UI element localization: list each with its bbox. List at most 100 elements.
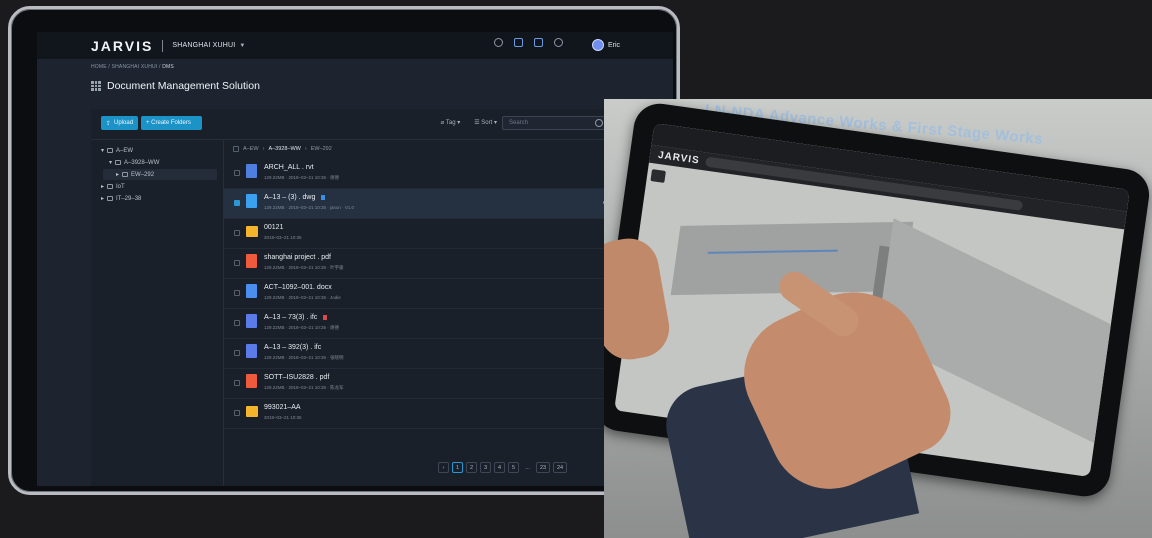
page-button[interactable]: 24 [553, 462, 567, 473]
row-checkbox[interactable] [234, 380, 240, 386]
breadcrumb-path[interactable]: HOME / SHANGHAI XUHUI / [91, 64, 162, 70]
page-button[interactable]: 1 [452, 462, 463, 473]
tree-item-it-29-38[interactable]: ▸ IT–29–38 [101, 195, 142, 203]
refresh-icon[interactable] [494, 38, 503, 47]
row-checkbox[interactable] [234, 410, 240, 416]
row-checkbox[interactable] [234, 290, 240, 296]
path-segment[interactable]: A–EW [243, 146, 259, 152]
ifc-file-icon [246, 344, 257, 358]
row-checkbox[interactable] [234, 170, 240, 176]
path-segment[interactable]: A–3928–WW [268, 146, 300, 152]
folder-icon [246, 406, 258, 417]
page-ellipsis: ... [525, 464, 530, 471]
folder-icon [115, 160, 122, 165]
dms-app-window: JARVIS SHANGHAI XUHUI ▼ Eric HOME / SHAN… [37, 32, 673, 486]
file-meta: 2018–03–21 10:35 [264, 415, 302, 420]
tree-item-label: A–3928–WW [124, 159, 160, 166]
file-meta: 129.22MB · 2018–03–21 10:35 · 陈龙军 [264, 385, 344, 390]
tablet-menu-icon[interactable] [650, 169, 666, 183]
pdf-file-icon [246, 254, 257, 268]
file-meta: 2018–03–21 10:35 [264, 235, 302, 240]
row-checkbox[interactable] [234, 350, 240, 356]
tree-item-label: IT–29–38 [116, 195, 142, 202]
page-button[interactable]: 23 [536, 462, 550, 473]
divider [162, 39, 164, 52]
file-meta: 129.22MB · 2018–03–21 10:35 · 叶宇骏 [264, 265, 344, 270]
sort-dropdown[interactable]: ☰ Sort ▾ [474, 119, 497, 126]
file-name-text: A–13 – 73(3) . ifc [264, 314, 318, 321]
upload-label: Upload [114, 120, 134, 126]
create-folders-button[interactable]: + Create Folders [141, 116, 202, 130]
laptop-frame: JARVIS SHANGHAI XUHUI ▼ Eric HOME / SHAN… [8, 6, 680, 495]
user-name[interactable]: Eric [608, 42, 620, 49]
docx-file-icon [246, 284, 257, 298]
folder-icon [107, 148, 114, 153]
file-name[interactable]: A–13 – 392(3) . ifc [264, 344, 321, 351]
tag-label: Tag [445, 120, 456, 126]
file-name[interactable]: 00121 [264, 224, 283, 231]
tag-icon: ⌀ [440, 120, 445, 126]
settings-icon[interactable] [554, 38, 563, 47]
monitor-icon[interactable] [514, 38, 523, 47]
chevron-down-icon[interactable]: ▼ [239, 43, 245, 49]
row-checkbox[interactable] [234, 260, 240, 266]
folder-path: A–EW › A–3928–WW › EW–292 [233, 146, 332, 152]
file-meta: 129.22MB · 2018–03–21 10:35 · 谢德 [264, 175, 340, 180]
site-selector[interactable]: SHANGHAI XUHUI [172, 42, 235, 49]
folder-tree: ▾ A–EW ▾ A–3928–WW ▸ EW–292 ▸ IoT ▸ IT–2… [91, 139, 224, 486]
folder-icon [246, 226, 258, 237]
page-button[interactable]: 5 [508, 462, 519, 473]
page-title: Document Management Solution [107, 80, 260, 92]
path-segment[interactable]: EW–292 [311, 146, 332, 152]
row-checkbox[interactable] [234, 200, 240, 206]
row-checkbox[interactable] [234, 320, 240, 326]
file-meta: 129.22MB · 2018–03–21 10:35 · 谢德 [264, 325, 340, 330]
upload-button[interactable]: ⇪ Upload [101, 116, 138, 130]
folder-icon [107, 196, 114, 201]
page-button[interactable]: 3 [480, 462, 491, 473]
tag-filter[interactable]: ⌀ Tag ▾ [441, 119, 461, 126]
app-logo[interactable]: JARVIS [91, 38, 153, 54]
tree-item-ew-292[interactable]: ▸ EW–292 [103, 169, 217, 180]
tree-item-a-ew[interactable]: ▾ A–EW [101, 147, 133, 155]
file-name[interactable]: SOTT–ISU2828 . pdf [264, 374, 329, 381]
page-button[interactable]: 4 [494, 462, 505, 473]
filter-tools: ⌀ Tag ▾ ☰ Sort ▾ [441, 119, 497, 126]
top-icon-group [494, 38, 563, 47]
prev-page-button[interactable]: ‹ [438, 462, 449, 473]
ifc-file-icon [246, 314, 257, 328]
top-navigation-bar: JARVIS SHANGHAI XUHUI ▼ [37, 32, 673, 59]
file-name[interactable]: 993021–AA [264, 404, 301, 411]
notification-icon[interactable] [534, 38, 543, 47]
sort-label: Sort [481, 120, 493, 126]
row-checkbox[interactable] [234, 230, 240, 236]
file-name[interactable]: A–13 – (3) . dwg [264, 194, 326, 201]
file-name-text: A–13 – (3) . dwg [264, 194, 316, 201]
tree-item-iot[interactable]: ▸ IoT [101, 183, 125, 191]
rvt-file-icon [246, 164, 257, 178]
file-meta: 129.22MB · 2018–03–21 10:35 · jason · V1… [264, 205, 355, 210]
file-name[interactable]: ACT–1092–001. docx [264, 284, 332, 291]
select-all-checkbox[interactable] [233, 146, 239, 152]
search-input[interactable]: Search [502, 116, 607, 130]
file-name[interactable]: shanghai project . pdf [264, 254, 331, 261]
folder-icon [122, 172, 129, 177]
file-name[interactable]: A–13 – 73(3) . ifc [264, 314, 328, 321]
folder-icon [107, 184, 114, 189]
breadcrumb-current: DMS [162, 64, 174, 70]
version-badge-icon [321, 194, 326, 200]
tree-item-a-3928-ww[interactable]: ▾ A–3928–WW [109, 159, 160, 167]
pdf-file-icon [246, 374, 257, 388]
tree-item-label: IoT [116, 183, 125, 190]
file-meta: 129.22MB · 2018–03–21 10:35 · 张晓明 [264, 355, 344, 360]
warning-badge-icon [323, 314, 328, 320]
sort-icon: ☰ [474, 120, 480, 126]
tablet-photo: LN-NDA Advance Works & First Stage Works… [604, 99, 1152, 538]
page-button[interactable]: 2 [466, 462, 477, 473]
document-toolbar: ⇪ Upload + Create Folders ⌀ Tag ▾ ☰ Sort… [91, 109, 673, 140]
page-header: Document Management Solution [91, 80, 260, 92]
avatar[interactable] [591, 39, 604, 51]
user-menu[interactable]: Eric [591, 39, 620, 51]
file-name[interactable]: ARCH_ALL . rvt [264, 164, 314, 171]
search-icon[interactable] [595, 119, 603, 127]
